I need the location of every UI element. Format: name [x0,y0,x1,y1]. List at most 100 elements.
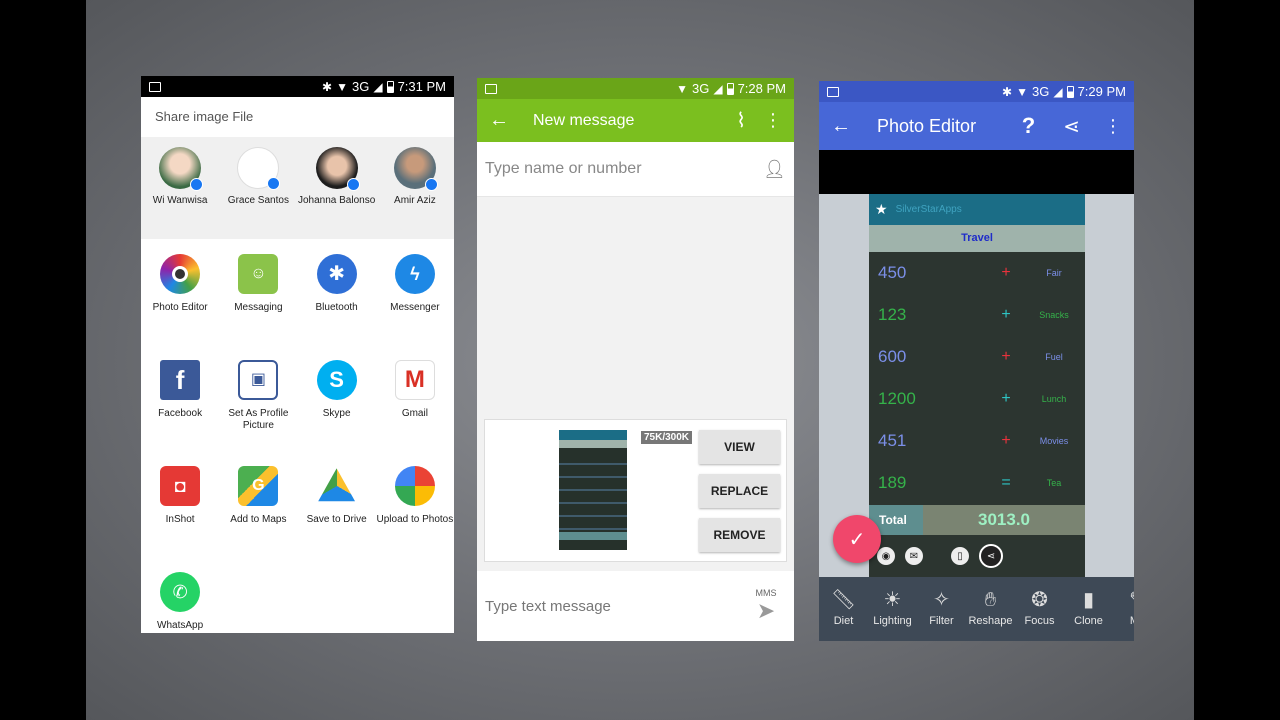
replace-button[interactable]: REPLACE [699,474,780,508]
expense-amount: 189 [878,473,907,492]
image-notification-icon [485,83,497,94]
back-arrow-icon[interactable]: ← [831,115,851,138]
app-label: Messaging [234,302,283,313]
attach-icon[interactable]: ⌇ [736,108,746,133]
app-messenger[interactable]: ϟ Messenger [376,239,454,345]
app-label: Photo Editor [152,302,208,313]
app-set-profile-picture[interactable]: ▣ Set As Profile Picture [219,345,297,451]
image-notification-icon [827,86,839,97]
tool-lighting[interactable]: ☀ Lighting [868,577,917,641]
messaging-phone: ▼ 3G ◢ 7:28 PM ← New message ⌇ ⋮ Type na… [477,78,794,641]
tool-label: Focus [1024,615,1055,627]
contact-name: Amir Aziz [394,195,436,206]
contact-item[interactable]: Grace Santos [219,147,297,239]
app-messaging[interactable]: ☺ Messaging [219,239,297,345]
expense-amount: 1200 [878,389,916,408]
app-label: Facebook [158,408,203,419]
app-label: Bluetooth [315,302,358,313]
expense-amount: 450 [878,263,907,282]
expense-category: Fair [1046,268,1062,278]
expense-category: Snacks [1039,310,1069,320]
contact-item[interactable]: Johanna Balonso [298,147,376,239]
tool-reshape[interactable]: ✋︎ Reshape [966,577,1015,641]
compose-bar: Type text message MMS ➤ [477,571,794,641]
app-facebook[interactable]: f Facebook [141,345,219,451]
app-photo-editor[interactable]: Photo Editor [141,239,219,345]
contact-item[interactable]: Wi Wanwisa [141,147,219,239]
bluetooth-status-icon: ✱ [322,79,333,94]
send-icon: ➤ [756,598,776,623]
send-button[interactable]: MMS ➤ [746,588,786,624]
remove-button[interactable]: REMOVE [699,518,780,552]
messenger-badge-icon [424,178,438,191]
app-upload-to-photos[interactable]: Upload to Photos [376,451,454,557]
direct-share-contacts: Wi Wanwisa Grace Santos Johanna Balonso … [141,137,454,239]
contact-name: Grace Santos [227,195,289,206]
messenger-icon: ϟ [394,254,435,294]
back-arrow-icon[interactable]: ← [489,109,509,132]
app-skype[interactable]: S Skype [298,345,376,451]
network-type: 3G [1032,84,1050,99]
signal-icon: ◢ [713,81,723,96]
expense-category: Tea [1046,478,1062,488]
image-notification-icon [149,81,161,92]
overflow-menu-icon[interactable]: ⋮ [1104,116,1122,137]
wifi-icon: ▼ [336,79,348,94]
signal-icon: ◢ [373,79,383,94]
help-icon[interactable]: ? [1022,113,1035,139]
tool-label: Ma [1113,615,1134,627]
app-label: Add to Maps [230,514,287,525]
image-icon-row: ◉ ✉ ▯ ⋖ [869,535,1085,577]
tool-clone[interactable]: ▮ Clone [1064,577,1113,641]
facebook-icon: f [160,360,201,400]
overflow-menu-icon[interactable]: ⋮ [764,110,782,131]
add-contact-icon[interactable]: 👤︎ [763,159,786,180]
app-label: Gmail [401,408,428,419]
expense-row: 450 + Fair [869,252,1085,294]
attachment-thumbnail[interactable] [559,430,627,550]
photo-editor-icon [160,254,201,294]
app-label: InShot [165,514,195,525]
app-bluetooth[interactable]: ✱ Bluetooth [298,239,376,345]
expense-category: Lunch [1041,394,1067,404]
message-toolbar: ← New message ⌇ ⋮ [477,99,794,142]
view-button[interactable]: VIEW [699,430,780,464]
expense-row: 123 + Snacks [869,294,1085,336]
app-whatsapp[interactable]: ✆ WhatsApp [141,557,219,633]
maps-icon: G [238,466,279,506]
recipient-field[interactable]: Type name or number 👤︎ [477,142,794,197]
app-label: Messenger [390,302,440,313]
battery-icon [1066,85,1074,98]
expense-operator: + [1001,306,1011,323]
tool-ma[interactable]: ✎Ma [1113,577,1134,641]
contact-item[interactable]: Amir Aziz [376,147,454,239]
expense-operator: = [1001,474,1011,491]
app-inshot[interactable]: ◘ InShot [141,451,219,557]
share-circle-icon: ⋖ [979,544,1003,568]
tool-focus[interactable]: ❂ Focus [1015,577,1064,641]
mail-icon: ✉ [905,547,923,565]
inshot-icon: ◘ [160,466,201,506]
status-bar: ▼ 3G ◢ 7:28 PM [477,78,794,99]
status-time: 7:29 PM [1077,84,1126,99]
status-time: 7:31 PM [397,79,446,94]
expense-operator: + [1001,264,1011,281]
apply-check-button[interactable]: ✓ [833,515,881,563]
app-gmail[interactable]: M Gmail [376,345,454,451]
expense-amount: 123 [878,305,907,324]
tool-label: Filter [929,615,954,627]
message-input[interactable]: Type text message [485,598,746,615]
app-add-to-maps[interactable]: G Add to Maps [219,451,297,557]
tool-diet[interactable]: 📏︎ Diet [819,577,868,641]
expense-row: 451 + Movies [869,420,1085,462]
share-icon[interactable]: ⋖ [1063,114,1080,139]
hand-icon: ✋︎ [984,589,997,611]
letterbox-band [819,150,1134,194]
avatar [393,147,438,191]
app-save-to-drive[interactable]: Save to Drive [298,451,376,557]
attachment-size: 75K/300K [641,431,693,444]
recipient-placeholder: Type name or number [485,160,642,177]
avatar [237,147,281,190]
messaging-icon: ☺ [238,254,279,294]
tool-filter[interactable]: ✧ Filter [917,577,966,641]
